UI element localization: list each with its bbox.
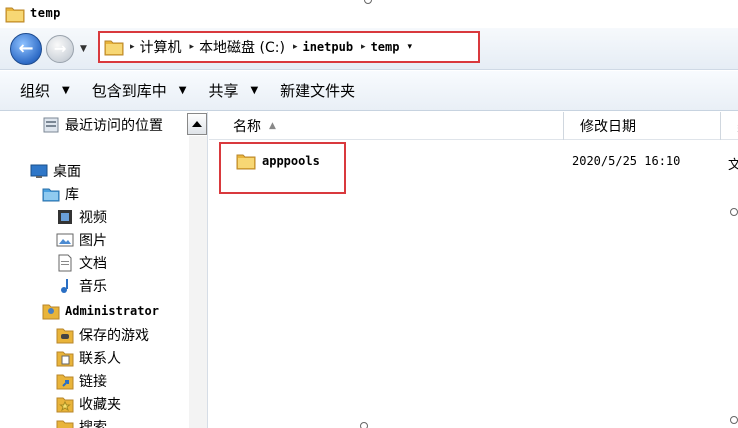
caret-down-icon: ▼ — [250, 85, 259, 96]
video-icon — [58, 210, 72, 224]
chevron-right-icon[interactable]: ▸ — [190, 42, 195, 52]
address-row: ← → ▼ ▸ 计算机 ▸ 本地磁盘 (C:) ▸ inetpub ▸ temp… — [0, 28, 738, 70]
nav-item-videos[interactable]: 视频 — [56, 206, 107, 228]
nav-item-links[interactable]: 链接 — [56, 370, 107, 392]
nav-scrollbar-track[interactable] — [189, 136, 207, 428]
resize-handle[interactable] — [360, 422, 368, 428]
nav-item-music[interactable]: 音乐 — [56, 275, 107, 297]
arrow-up-icon — [192, 121, 202, 127]
arrow-left-icon: ← — [18, 38, 34, 59]
picture-icon — [56, 233, 74, 247]
column-header-name[interactable]: 名称 ▲ — [217, 112, 564, 140]
nav-item-library[interactable]: 库 — [42, 183, 79, 205]
breadcrumb-computer[interactable]: ▸ 计算机 — [130, 37, 182, 57]
back-button[interactable]: ← — [10, 33, 42, 65]
nav-item-administrator[interactable]: Administrator — [42, 300, 159, 322]
chevron-right-icon[interactable]: ▸ — [130, 42, 135, 52]
nav-item-desktop[interactable]: 桌面 — [30, 160, 81, 182]
forward-button[interactable]: → — [46, 35, 74, 63]
folder-icon — [104, 40, 124, 56]
nav-item-searches[interactable]: 搜索 — [56, 416, 107, 428]
navigation-pane: 最近访问的位置 桌面 库 视频 图片 文档 音乐 Administrator 保… — [0, 112, 208, 428]
file-type: 文 — [728, 158, 738, 173]
search-folder-icon — [56, 420, 74, 428]
nav-scroll-up-button[interactable] — [187, 113, 207, 135]
arrow-right-icon: → — [53, 39, 67, 58]
music-icon — [61, 279, 68, 293]
include-in-library-button[interactable]: 包含到库中 ▼ — [92, 80, 187, 101]
nav-item-contacts[interactable]: 联系人 — [56, 347, 121, 369]
caret-down-icon: ▼ — [62, 85, 70, 96]
address-bar[interactable]: ▸ 计算机 ▸ 本地磁盘 (C:) ▸ inetpub ▸ temp ▾ — [98, 31, 480, 63]
resize-handle[interactable] — [364, 0, 372, 4]
favorites-icon — [56, 397, 74, 413]
library-icon — [42, 188, 60, 202]
share-button[interactable]: 共享 ▼ — [208, 80, 258, 101]
breadcrumb-local-disk[interactable]: ▸ 本地磁盘 (C:) — [190, 37, 285, 57]
organize-button[interactable]: 组织 ▼ — [20, 80, 70, 101]
resize-handle[interactable] — [730, 208, 738, 216]
chevron-right-icon[interactable]: ▸ — [293, 42, 298, 52]
recent-pages-dropdown[interactable]: ▼ — [80, 44, 87, 54]
contacts-icon — [56, 351, 74, 367]
user-folder-icon — [42, 304, 60, 320]
breadcrumb-temp[interactable]: ▸ temp — [361, 40, 399, 54]
desktop-icon — [30, 164, 48, 178]
nav-item-recent[interactable]: 最近访问的位置 — [42, 114, 163, 136]
recent-places-icon — [43, 117, 59, 133]
sort-ascending-icon: ▲ — [269, 121, 276, 131]
nav-item-saved-games[interactable]: 保存的游戏 — [56, 324, 149, 346]
resize-handle[interactable] — [730, 416, 738, 424]
title-bar: temp — [0, 0, 738, 28]
file-modified-date: 2020/5/25 16:10 — [572, 154, 681, 168]
saved-games-icon — [56, 328, 74, 344]
chevron-right-icon[interactable]: ▸ — [361, 42, 366, 52]
new-folder-button[interactable]: 新建文件夹 — [280, 80, 355, 101]
highlight-box — [219, 142, 346, 194]
nav-item-documents[interactable]: 文档 — [56, 252, 107, 274]
breadcrumb-inetpub[interactable]: ▸ inetpub — [293, 40, 353, 54]
column-header-modified[interactable]: 修改日期 — [564, 112, 721, 140]
window-title: temp — [30, 6, 61, 20]
document-icon — [58, 254, 72, 272]
column-header-type[interactable]: 类 — [721, 112, 738, 140]
nav-item-favorites[interactable]: 收藏夹 — [56, 393, 121, 415]
nav-item-pictures[interactable]: 图片 — [56, 229, 107, 251]
command-bar: 组织 ▼ 包含到库中 ▼ 共享 ▼ 新建文件夹 — [0, 71, 738, 111]
address-dropdown-icon[interactable]: ▾ — [407, 42, 412, 52]
folder-icon — [5, 7, 25, 23]
caret-down-icon: ▼ — [178, 85, 187, 96]
column-header-row: 名称 ▲ 修改日期 类 — [209, 112, 738, 140]
links-icon — [56, 374, 74, 390]
